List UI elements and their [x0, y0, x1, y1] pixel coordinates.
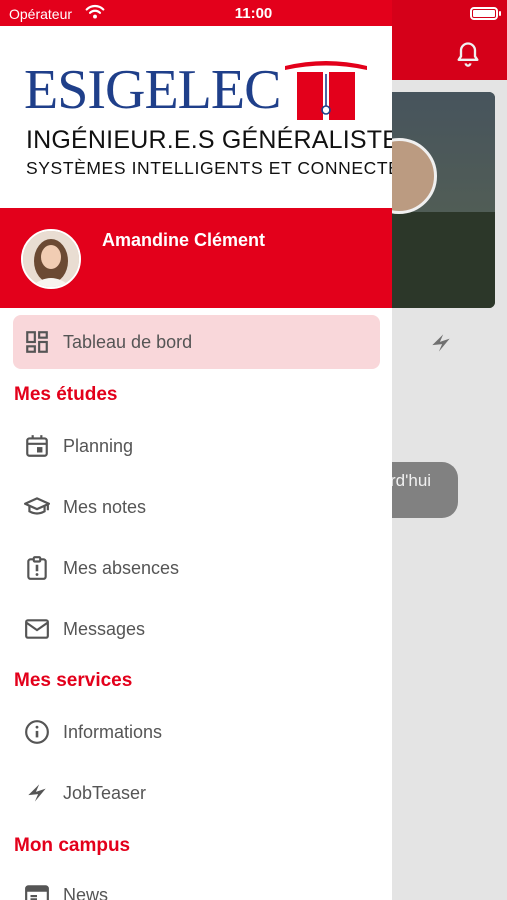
menu-item-jobteaser[interactable]: JobTeaser	[13, 766, 380, 820]
user-profile-header[interactable]: Amandine Clément	[0, 208, 392, 308]
menu-item-dashboard[interactable]: Tableau de bord	[13, 315, 380, 369]
section-title-studies: Mes études	[14, 384, 118, 405]
profile-photo	[23, 231, 79, 287]
status-bar: Opérateur 11:00	[0, 0, 507, 26]
news-icon	[25, 885, 49, 900]
menu-item-label: Messages	[63, 619, 146, 639]
section-title-services: Mes services	[14, 670, 133, 691]
menu-item-label: Mes notes	[63, 497, 147, 517]
logo-wordmark: ESIGELEC	[24, 59, 281, 121]
esigelec-logo: ESIGELEC INGÉNIEUR.E.S GÉNÉRALISTES SYST…	[0, 26, 392, 208]
menu-item-label: Planning	[63, 436, 134, 456]
battery-icon	[470, 7, 501, 20]
drawer-scrim[interactable]	[392, 0, 507, 900]
menu-item-messages[interactable]: Messages	[13, 602, 380, 656]
menu-item-label: Informations	[63, 722, 163, 742]
menu-item-absences[interactable]: Mes absences	[13, 541, 380, 595]
menu-item-grades[interactable]: Mes notes	[13, 480, 380, 534]
jobteaser-icon	[28, 784, 46, 802]
menu-item-label: News	[63, 885, 109, 900]
menu-item-informations[interactable]: Informations	[13, 705, 380, 759]
clock: 11:00	[234, 5, 273, 22]
section-title-campus: Mon campus	[14, 835, 131, 856]
graduation-cap-icon	[24, 497, 50, 515]
menu-item-planning[interactable]: Planning	[13, 419, 380, 473]
menu-item-label: Mes absences	[63, 558, 180, 578]
menu-item-label: Tableau de bord	[63, 332, 193, 352]
navigation-drawer: ESIGELEC INGÉNIEUR.E.S GÉNÉRALISTES SYST…	[0, 0, 392, 900]
logo-emblem-icon	[285, 61, 367, 120]
logo-tagline-2: SYSTÈMES INTELLIGENTS ET CONNECTÉS	[26, 158, 392, 178]
envelope-icon	[25, 619, 49, 639]
user-name: Amandine Clément	[102, 230, 266, 250]
clipboard-alert-icon	[27, 556, 47, 580]
dashboard-icon	[26, 331, 48, 353]
logo-tagline-1: INGÉNIEUR.E.S GÉNÉRALISTES	[26, 126, 392, 154]
menu-item-news[interactable]: News	[13, 868, 380, 900]
menu-item-label: JobTeaser	[63, 783, 147, 803]
info-icon	[25, 720, 49, 744]
calendar-icon	[26, 435, 48, 457]
avatar	[21, 229, 81, 289]
